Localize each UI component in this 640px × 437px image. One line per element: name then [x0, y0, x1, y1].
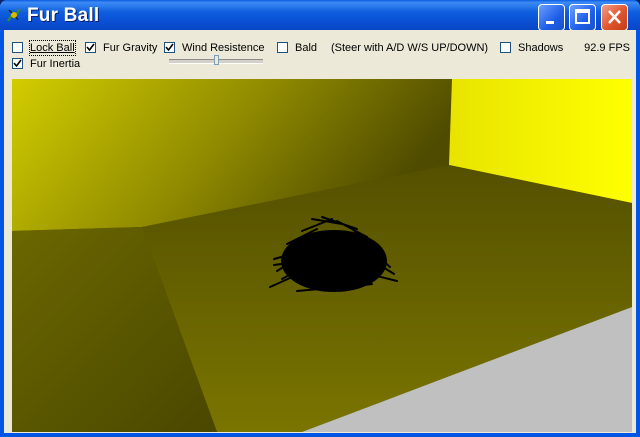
lock-ball-label: Lock Ball: [29, 40, 76, 56]
shadows-label: Shadows: [518, 42, 564, 54]
scene-render: [12, 79, 632, 432]
wind-resistence-label: Wind Resistence: [182, 42, 265, 54]
steer-hint-text: (Steer with A/D W/S UP/DOWN): [331, 42, 489, 54]
shadows-box[interactable]: [500, 42, 511, 53]
fur-inertia-box[interactable]: [12, 58, 23, 69]
fur-gravity-box[interactable]: [85, 42, 96, 53]
app-window: Fur Ball Lock Ball Fur Gravity Wind Resi…: [0, 0, 640, 437]
minimize-icon: [546, 21, 554, 24]
wind-resistence-box[interactable]: [164, 42, 175, 53]
minimize-button[interactable]: [538, 4, 565, 31]
fps-counter: 92.9 FPS: [584, 42, 630, 54]
wind-slider-thumb[interactable]: [214, 55, 219, 65]
client-area: Lock Ball Fur Gravity Wind Resistence Ba…: [4, 30, 636, 433]
checkmark-icon: [86, 43, 95, 52]
wind-slider[interactable]: [169, 55, 265, 67]
title-bar[interactable]: Fur Ball: [0, 0, 640, 31]
checkmark-icon: [13, 59, 22, 68]
checkmark-icon: [165, 43, 174, 52]
bald-box[interactable]: [277, 42, 288, 53]
maximize-button[interactable]: [569, 4, 596, 31]
bald-label: Bald: [295, 42, 318, 54]
lock-ball-box[interactable]: [12, 42, 23, 53]
fur-ball-app-icon: [7, 8, 21, 22]
fur-gravity-label: Fur Gravity: [103, 42, 158, 54]
3d-viewport[interactable]: [12, 79, 632, 432]
fur-inertia-label: Fur Inertia: [30, 58, 81, 70]
maximize-icon: [575, 9, 590, 24]
close-button[interactable]: [601, 4, 628, 31]
window-title: Fur Ball: [27, 5, 100, 26]
close-icon: [608, 10, 621, 24]
